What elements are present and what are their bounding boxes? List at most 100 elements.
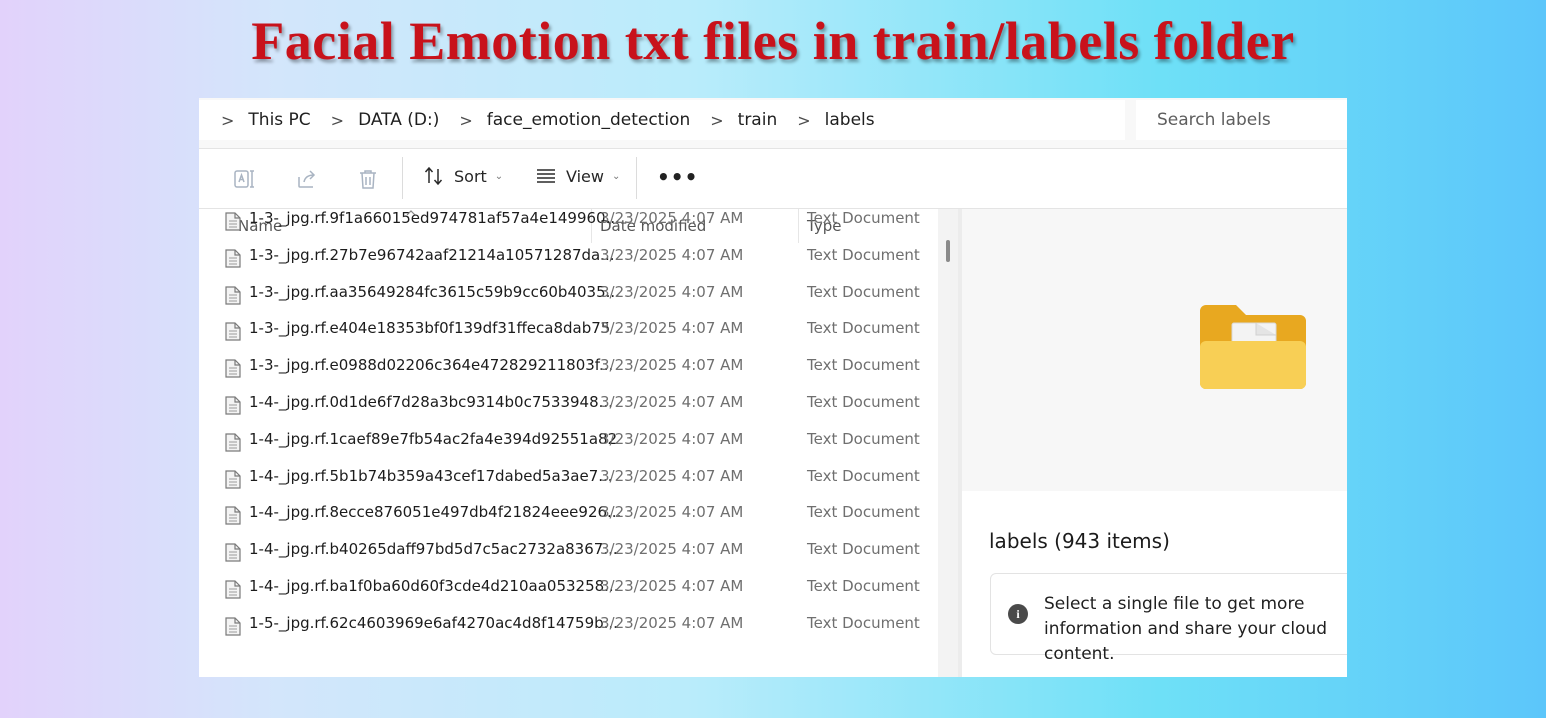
- chevron-right-icon[interactable]: >: [690, 111, 737, 130]
- file-date-modified: 3/23/2025 4:07 AM: [600, 503, 744, 522]
- file-type: Text Document: [807, 466, 920, 485]
- breadcrumb[interactable]: > This PC > DATA (D:) > face_emotion_det…: [199, 100, 1125, 140]
- text-file-icon: [225, 249, 241, 272]
- file-date-modified: 3/23/2025 4:07 AM: [600, 319, 744, 338]
- file-date-modified: 3/23/2025 4:07 AM: [600, 540, 744, 559]
- view-icon: [537, 169, 555, 183]
- chevron-down-icon: ⌄: [611, 170, 621, 182]
- info-icon: i: [1008, 604, 1028, 624]
- file-name: 1-3-_jpg.rf.e404e18353bf0f139df31ffeca8d…: [249, 319, 611, 338]
- file-type: Text Document: [807, 356, 920, 375]
- file-date-modified: 3/23/2025 4:07 AM: [600, 466, 744, 485]
- file-name: 1-4-_jpg.rf.ba1f0ba60d60f3cde4d210aa0532…: [249, 577, 619, 595]
- share-icon[interactable]: [295, 167, 319, 191]
- toolbar-divider: [636, 157, 637, 199]
- view-button[interactable]: View ⌄: [535, 165, 620, 187]
- text-file-icon: [225, 359, 241, 382]
- search-box[interactable]: [1136, 100, 1347, 140]
- text-file-icon: [225, 580, 241, 603]
- file-date-modified: 3/23/2025 4:07 AM: [600, 613, 744, 632]
- text-file-icon: [225, 617, 241, 640]
- file-name: 1-3-_jpg.rf.aa35649284fc3615c59b9cc60b40…: [249, 282, 620, 301]
- breadcrumb-train[interactable]: train: [738, 110, 778, 130]
- file-row[interactable]: 1-3-_jpg.rf.e404e18353bf0f139df31ffeca8d…: [199, 319, 939, 355]
- file-row[interactable]: 1-4-_jpg.rf.0d1de6f7d28a3bc9314b0c753394…: [199, 393, 939, 429]
- file-name: 1-4-_jpg.rf.5b1b74b359a43cef17dabed5a3ae…: [249, 466, 613, 485]
- file-row[interactable]: 1-3-_jpg.rf.aa35649284fc3615c59b9cc60b40…: [199, 283, 939, 319]
- file-type: Text Document: [807, 393, 920, 411]
- file-name: 1-5-_jpg.rf.62c4603969e6af4270ac4d8f1475…: [249, 613, 618, 632]
- breadcrumb-this-pc[interactable]: This PC: [248, 110, 310, 130]
- file-date-modified: 3/23/2025 4:07 AM: [600, 356, 744, 375]
- toolbar-divider: [402, 157, 403, 199]
- file-date-modified: 3/23/2025 4:07 AM: [600, 393, 744, 411]
- file-row[interactable]: 1-5-_jpg.rf.62c4603969e6af4270ac4d8f1475…: [199, 614, 939, 650]
- search-input[interactable]: [1155, 109, 1347, 131]
- sort-label: Sort: [454, 166, 487, 186]
- folder-icon: [1200, 305, 1306, 389]
- file-row[interactable]: 1-4-_jpg.rf.ba1f0ba60d60f3cde4d210aa0532…: [199, 577, 939, 613]
- chevron-right-icon[interactable]: >: [199, 111, 248, 130]
- file-row[interactable]: 1-4-_jpg.rf.8ecce876051e497db4f21824eee9…: [199, 503, 939, 539]
- trash-icon[interactable]: [356, 167, 380, 191]
- file-row[interactable]: 1-4-_jpg.rf.5b1b74b359a43cef17dabed5a3ae…: [199, 467, 939, 503]
- file-type: Text Document: [807, 245, 920, 264]
- info-text: Select a single file to get more informa…: [1044, 594, 1328, 664]
- file-list: Name Date modified Type 1-3-_jpg.rf.9f1a…: [199, 209, 939, 677]
- sort-icon: [424, 166, 443, 186]
- file-name: 1-4-_jpg.rf.8ecce876051e497db4f21824eee9…: [249, 503, 622, 522]
- text-file-icon: [225, 433, 241, 456]
- file-date-modified: 3/23/2025 4:07 AM: [600, 577, 744, 595]
- banner-title: Facial Emotion txt files in train/labels…: [251, 11, 1295, 71]
- text-file-icon: [225, 322, 241, 345]
- text-file-icon: [225, 506, 241, 529]
- breadcrumb-labels[interactable]: labels: [825, 110, 875, 130]
- text-file-icon: [225, 396, 241, 419]
- chevron-down-icon: ⌄: [494, 170, 504, 182]
- view-label: View: [566, 166, 604, 186]
- file-type: Text Document: [807, 319, 920, 338]
- file-date-modified: 3/23/2025 4:07 AM: [600, 282, 744, 301]
- file-row[interactable]: 1-4-_jpg.rf.b40265daff97bd5d7c5ac2732a83…: [199, 540, 939, 576]
- scrollbar-thumb[interactable]: [946, 240, 950, 262]
- vertical-scrollbar[interactable]: [938, 209, 958, 677]
- details-title: labels (943 items): [989, 529, 1170, 553]
- file-date-modified: 3/23/2025 4:07 AM: [600, 429, 744, 448]
- file-row[interactable]: 1-3-_jpg.rf.9f1a66015ed974781af57a4e1499…: [199, 209, 939, 245]
- file-type: Text Document: [807, 209, 920, 227]
- sort-button[interactable]: Sort ⌄: [423, 165, 503, 187]
- file-name: 1-4-_jpg.rf.b40265daff97bd5d7c5ac2732a83…: [249, 540, 618, 559]
- text-file-icon: [225, 543, 241, 566]
- file-type: Text Document: [807, 503, 920, 522]
- file-name: 1-3-_jpg.rf.9f1a66015ed974781af57a4e1499…: [249, 209, 620, 227]
- file-row[interactable]: 1-3-_jpg.rf.e0988d02206c364e472829211803…: [199, 356, 939, 392]
- breadcrumb-face-emotion-detection[interactable]: face_emotion_detection: [487, 110, 690, 130]
- file-date-modified: 3/23/2025 4:07 AM: [600, 245, 744, 264]
- file-explorer-window: > This PC > DATA (D:) > face_emotion_det…: [199, 98, 1347, 677]
- file-row[interactable]: 1-4-_jpg.rf.1caef89e7fb54ac2fa4e394d9255…: [199, 430, 939, 466]
- file-type: Text Document: [807, 577, 920, 595]
- file-name: 1-3-_jpg.rf.e0988d02206c364e472829211803…: [249, 356, 614, 375]
- rename-icon[interactable]: [233, 167, 257, 191]
- info-card: i Select a single file to get more infor…: [990, 573, 1347, 664]
- address-bar-area: > This PC > DATA (D:) > face_emotion_det…: [199, 98, 1347, 149]
- file-name: 1-4-_jpg.rf.0d1de6f7d28a3bc9314b0c753394…: [249, 393, 613, 411]
- breadcrumb-data-drive[interactable]: DATA (D:): [358, 110, 439, 130]
- text-file-icon: [225, 285, 241, 309]
- file-name: 1-4-_jpg.rf.1caef89e7fb54ac2fa4e394d9255…: [249, 429, 618, 448]
- more-options-button[interactable]: •••: [657, 165, 698, 189]
- file-type: Text Document: [807, 429, 920, 448]
- command-bar: Sort ⌄ View ⌄ •••: [199, 149, 1347, 209]
- details-preview: [962, 209, 1347, 491]
- text-file-icon: [225, 469, 241, 493]
- chevron-right-icon[interactable]: >: [439, 111, 486, 130]
- file-row[interactable]: 1-3-_jpg.rf.27b7e96742aaf21214a10571287d…: [199, 246, 939, 282]
- chevron-right-icon[interactable]: >: [311, 111, 358, 130]
- file-date-modified: 3/23/2025 4:07 AM: [600, 209, 744, 227]
- file-name: 1-3-_jpg.rf.27b7e96742aaf21214a10571287d…: [249, 245, 615, 264]
- details-pane: labels (943 items) i Select a single fil…: [962, 491, 1347, 677]
- chevron-right-icon[interactable]: >: [777, 111, 824, 130]
- file-type: Text Document: [807, 613, 920, 632]
- file-type: Text Document: [807, 282, 920, 301]
- text-file-icon: [225, 212, 241, 235]
